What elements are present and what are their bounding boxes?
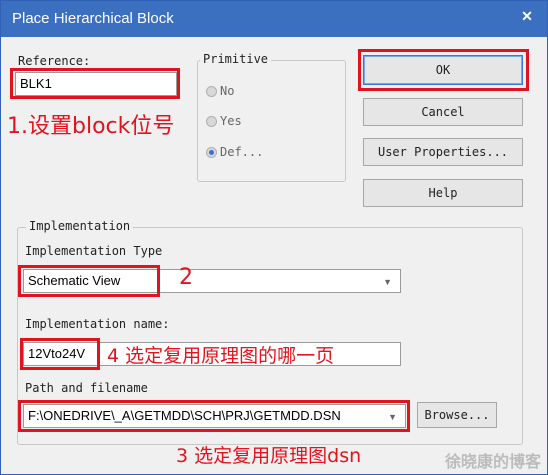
- radio-yes-icon: [206, 116, 217, 127]
- implementation-type-label: Implementation Type: [25, 244, 163, 258]
- radio-no[interactable]: No: [206, 84, 234, 98]
- primitive-title: Primitive: [200, 52, 272, 66]
- radio-no-icon: [206, 86, 217, 97]
- browse-button[interactable]: Browse...: [417, 402, 497, 428]
- reference-input[interactable]: BLK1: [15, 72, 177, 96]
- cancel-button[interactable]: Cancel: [363, 98, 523, 126]
- user-properties-button[interactable]: User Properties...: [363, 138, 523, 166]
- radio-default-label: Def...: [220, 145, 264, 159]
- implementation-type-select[interactable]: Schematic View ▼: [23, 269, 401, 293]
- window-title: Place Hierarchical Block: [12, 10, 174, 27]
- path-select[interactable]: F:\ONEDRIVE\_A\GETMDD\SCH\PRJ\GETMDD.DSN…: [23, 404, 406, 428]
- radio-default-icon: [206, 147, 217, 158]
- radio-yes[interactable]: Yes: [206, 114, 242, 128]
- annotation-step4: 4 选定复用原理图的哪一页: [107, 345, 335, 367]
- implementation-type-value: Schematic View: [28, 273, 121, 288]
- annotation-step2: 2: [179, 265, 193, 290]
- path-label: Path and filename: [25, 381, 148, 395]
- annotation-step3: 3 选定复用原理图dsn: [176, 445, 362, 467]
- ok-button[interactable]: OK: [363, 55, 523, 85]
- dialog-window: Place Hierarchical Block ✕ Reference: BL…: [0, 0, 548, 475]
- title-bar[interactable]: Place Hierarchical Block ✕: [1, 1, 547, 37]
- help-button[interactable]: Help: [363, 179, 523, 207]
- path-value: F:\ONEDRIVE\_A\GETMDD\SCH\PRJ\GETMDD.DSN: [28, 408, 341, 423]
- reference-label: Reference:: [18, 54, 91, 68]
- chevron-down-icon[interactable]: ▼: [388, 406, 397, 427]
- chevron-down-icon[interactable]: ▼: [383, 271, 392, 292]
- implementation-name-label: Implementation name:: [25, 317, 170, 331]
- annotation-step1: 1.设置block位号: [7, 114, 175, 139]
- radio-yes-label: Yes: [220, 114, 242, 128]
- watermark: 徐晓康的博客: [444, 452, 541, 471]
- implementation-title: Implementation: [26, 219, 134, 233]
- radio-no-label: No: [220, 84, 235, 98]
- close-icon[interactable]: ✕: [519, 7, 535, 25]
- radio-default[interactable]: Def...: [206, 145, 263, 159]
